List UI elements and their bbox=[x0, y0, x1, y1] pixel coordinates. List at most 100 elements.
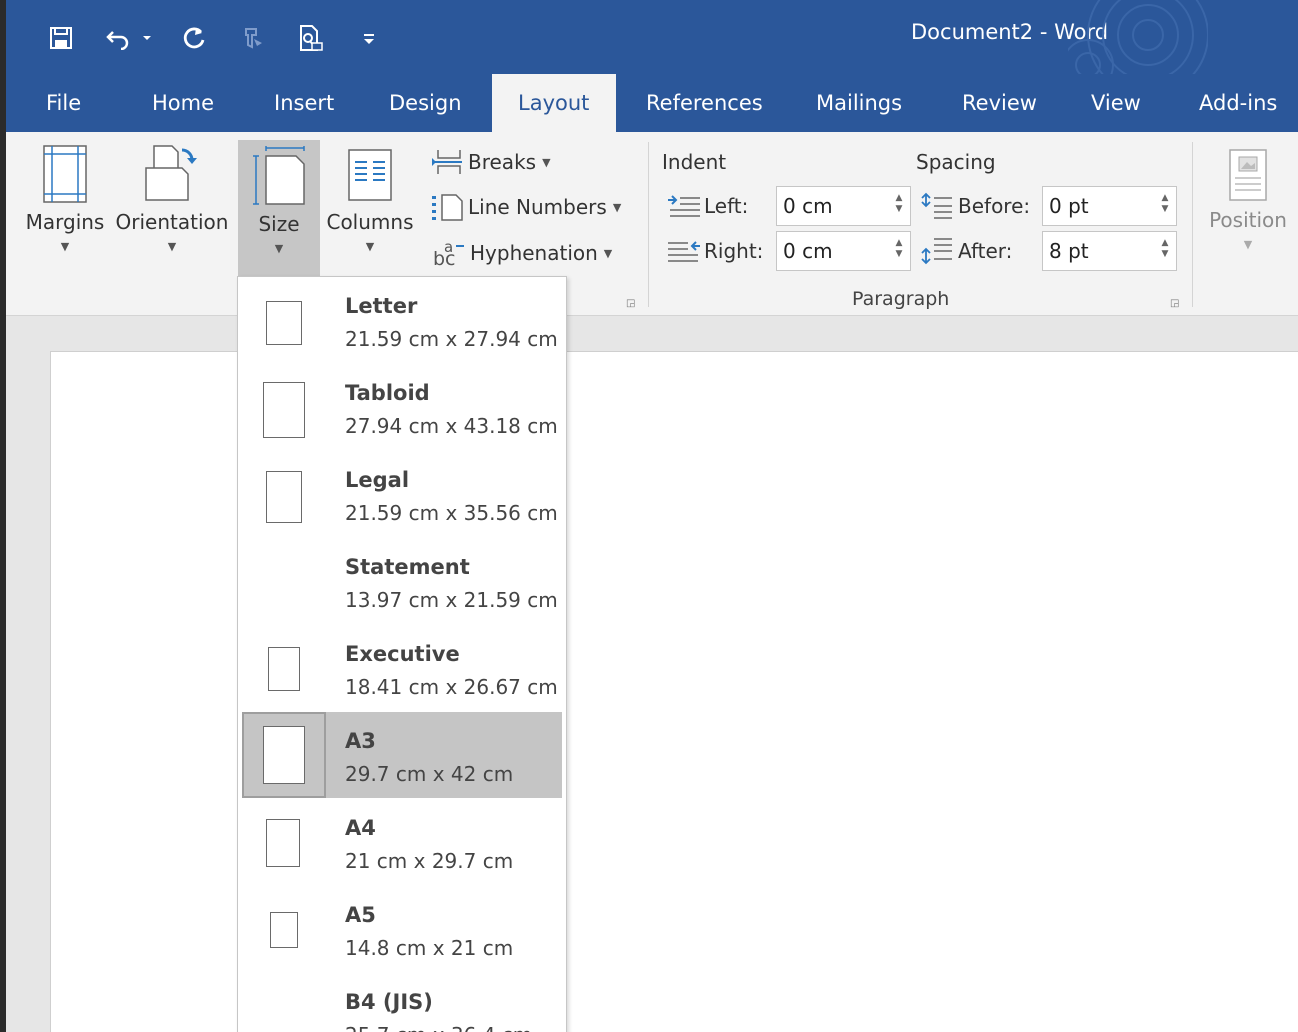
quick-access-toolbar bbox=[46, 18, 412, 58]
customize-qat-icon[interactable] bbox=[354, 18, 384, 58]
spacing-after-spinner-icon[interactable]: ▲ ▼ bbox=[1160, 238, 1170, 260]
page-icon bbox=[263, 382, 305, 438]
size-dropdown-icon: ▼ bbox=[274, 242, 284, 255]
page-size-thumb bbox=[242, 886, 326, 972]
page-size-thumb bbox=[242, 799, 326, 885]
line-numbers-dropdown-icon: ▼ bbox=[612, 200, 622, 214]
spacing-after-icon bbox=[921, 238, 952, 265]
tab-mailings[interactable]: Mailings bbox=[816, 74, 902, 132]
line-numbers-button[interactable]: Line Numbers ▼ bbox=[430, 193, 621, 221]
size-option-name: A4 bbox=[345, 816, 376, 840]
size-option-name: B4 (JIS) bbox=[345, 990, 433, 1014]
page-icon bbox=[266, 819, 300, 867]
page-size-thumb bbox=[242, 625, 326, 711]
hyphenation-icon: bca bbox=[433, 238, 464, 268]
tab-insert[interactable]: Insert bbox=[274, 74, 334, 132]
hyphenation-button[interactable]: bc a Hyphenation ▼ bbox=[430, 238, 612, 268]
spacing-after-input[interactable]: 8 pt ▲ ▼ bbox=[1042, 231, 1177, 271]
indent-right-icon bbox=[668, 241, 700, 262]
indent-left-input[interactable]: 0 cm ▲ ▼ bbox=[776, 186, 911, 226]
page-icon bbox=[268, 647, 300, 691]
indent-left-spinner-icon[interactable]: ▲ ▼ bbox=[894, 193, 904, 215]
size-option-dims: 27.94 cm x 43.18 cm bbox=[345, 414, 558, 438]
size-option-dims: 29.7 cm x 42 cm bbox=[345, 762, 514, 786]
margins-button[interactable]: Margins ▼ bbox=[16, 144, 114, 253]
touch-mode-icon[interactable] bbox=[238, 18, 268, 58]
indent-right-spinner-icon[interactable]: ▲ ▼ bbox=[894, 238, 904, 260]
spacing-before-input[interactable]: 0 pt ▲ ▼ bbox=[1042, 186, 1177, 226]
indent-left-label-wrap: Left: bbox=[666, 194, 748, 218]
spacing-after-label-wrap: After: bbox=[920, 237, 1012, 265]
group-separator bbox=[1192, 142, 1193, 307]
line-numbers-label: Line Numbers bbox=[468, 195, 607, 219]
hyphenation-label: Hyphenation bbox=[470, 241, 598, 265]
spacing-after-label: After: bbox=[958, 239, 1013, 263]
columns-label: Columns bbox=[326, 210, 414, 234]
page-icon bbox=[270, 912, 298, 948]
breaks-dropdown-icon: ▼ bbox=[542, 155, 551, 169]
indent-right-input[interactable]: 0 cm ▲ ▼ bbox=[776, 231, 911, 271]
undo-dropdown-icon[interactable] bbox=[140, 18, 154, 58]
size-option-dims: 18.41 cm x 26.67 cm bbox=[345, 675, 558, 699]
position-label: Position bbox=[1209, 208, 1287, 232]
group-separator bbox=[648, 142, 649, 307]
size-option-legal[interactable]: Legal 21.59 cm x 35.56 cm bbox=[242, 451, 562, 537]
orientation-button[interactable]: Orientation ▼ bbox=[112, 144, 232, 253]
columns-icon bbox=[348, 149, 392, 201]
size-option-letter[interactable]: Letter 21.59 cm x 27.94 cm bbox=[242, 277, 562, 363]
page-icon bbox=[266, 301, 302, 345]
columns-dropdown-icon: ▼ bbox=[365, 240, 375, 253]
redo-icon[interactable] bbox=[180, 18, 210, 58]
page-icon bbox=[263, 726, 305, 784]
tab-review[interactable]: Review bbox=[962, 74, 1037, 132]
size-option-statement[interactable]: Statement 13.97 cm x 21.59 cm bbox=[242, 538, 562, 624]
tab-references[interactable]: References bbox=[646, 74, 763, 132]
spacing-before-icon bbox=[921, 192, 952, 219]
size-button[interactable]: Size ▼ bbox=[238, 140, 320, 276]
tab-view[interactable]: View bbox=[1091, 74, 1141, 132]
orientation-label: Orientation bbox=[115, 210, 229, 234]
save-icon[interactable] bbox=[46, 18, 76, 58]
margins-icon bbox=[43, 145, 87, 203]
indent-right-value: 0 cm bbox=[783, 239, 833, 263]
ribbon-tabs: File Home Insert Design Layout Reference… bbox=[6, 74, 1298, 134]
size-option-dims: 13.97 cm x 21.59 cm bbox=[345, 588, 558, 612]
tab-home[interactable]: Home bbox=[152, 74, 214, 132]
orientation-dropdown-icon: ▼ bbox=[167, 240, 177, 253]
spacing-after-value: 8 pt bbox=[1049, 239, 1089, 263]
size-label: Size bbox=[258, 212, 300, 236]
page-icon bbox=[266, 471, 302, 523]
line-numbers-icon bbox=[432, 194, 463, 221]
size-option-name: A3 bbox=[345, 729, 376, 753]
page-size-thumb bbox=[242, 451, 326, 537]
undo-icon[interactable] bbox=[104, 18, 134, 58]
size-option-dims: 21.59 cm x 35.56 cm bbox=[345, 501, 558, 525]
position-button[interactable]: Position ▼ bbox=[1198, 148, 1298, 251]
size-option-tabloid[interactable]: Tabloid 27.94 cm x 43.18 cm bbox=[242, 364, 562, 450]
tab-file[interactable]: File bbox=[46, 74, 96, 132]
paragraph-launcher-icon[interactable]: ◲ bbox=[1170, 298, 1182, 310]
page-setup-launcher-icon[interactable]: ◲ bbox=[626, 298, 638, 310]
document-canvas[interactable] bbox=[6, 317, 1298, 1032]
size-option-executive[interactable]: Executive 18.41 cm x 26.67 cm bbox=[242, 625, 562, 711]
indent-left-label: Left: bbox=[704, 194, 749, 218]
size-option-name: Legal bbox=[345, 468, 410, 492]
size-option-b4-jis[interactable]: B4 (JIS) 25.7 cm x 36.4 cm bbox=[242, 973, 562, 1032]
tab-add-ins[interactable]: Add-ins bbox=[1199, 74, 1277, 132]
spacing-before-spinner-icon[interactable]: ▲ ▼ bbox=[1160, 193, 1170, 215]
columns-button[interactable]: Columns ▼ bbox=[320, 144, 420, 253]
tab-design[interactable]: Design bbox=[389, 74, 462, 132]
size-option-a5[interactable]: A5 14.8 cm x 21 cm bbox=[242, 886, 562, 972]
size-option-a4[interactable]: A4 21 cm x 29.7 cm bbox=[242, 799, 562, 885]
indent-right-label-wrap: Right: bbox=[666, 239, 763, 263]
breaks-button[interactable]: Breaks ▼ bbox=[430, 148, 551, 176]
size-option-name: Executive bbox=[345, 642, 460, 666]
tab-layout[interactable]: Layout bbox=[492, 74, 616, 134]
size-option-dims: 21.59 cm x 27.94 cm bbox=[345, 327, 558, 351]
spacing-before-label-wrap: Before: bbox=[920, 192, 1030, 220]
print-preview-icon[interactable] bbox=[296, 18, 326, 58]
size-option-a3[interactable]: A3 29.7 cm x 42 cm bbox=[242, 712, 562, 798]
indent-left-value: 0 cm bbox=[783, 194, 833, 218]
orientation-icon bbox=[145, 145, 197, 201]
size-option-dims: 21 cm x 29.7 cm bbox=[345, 849, 514, 873]
